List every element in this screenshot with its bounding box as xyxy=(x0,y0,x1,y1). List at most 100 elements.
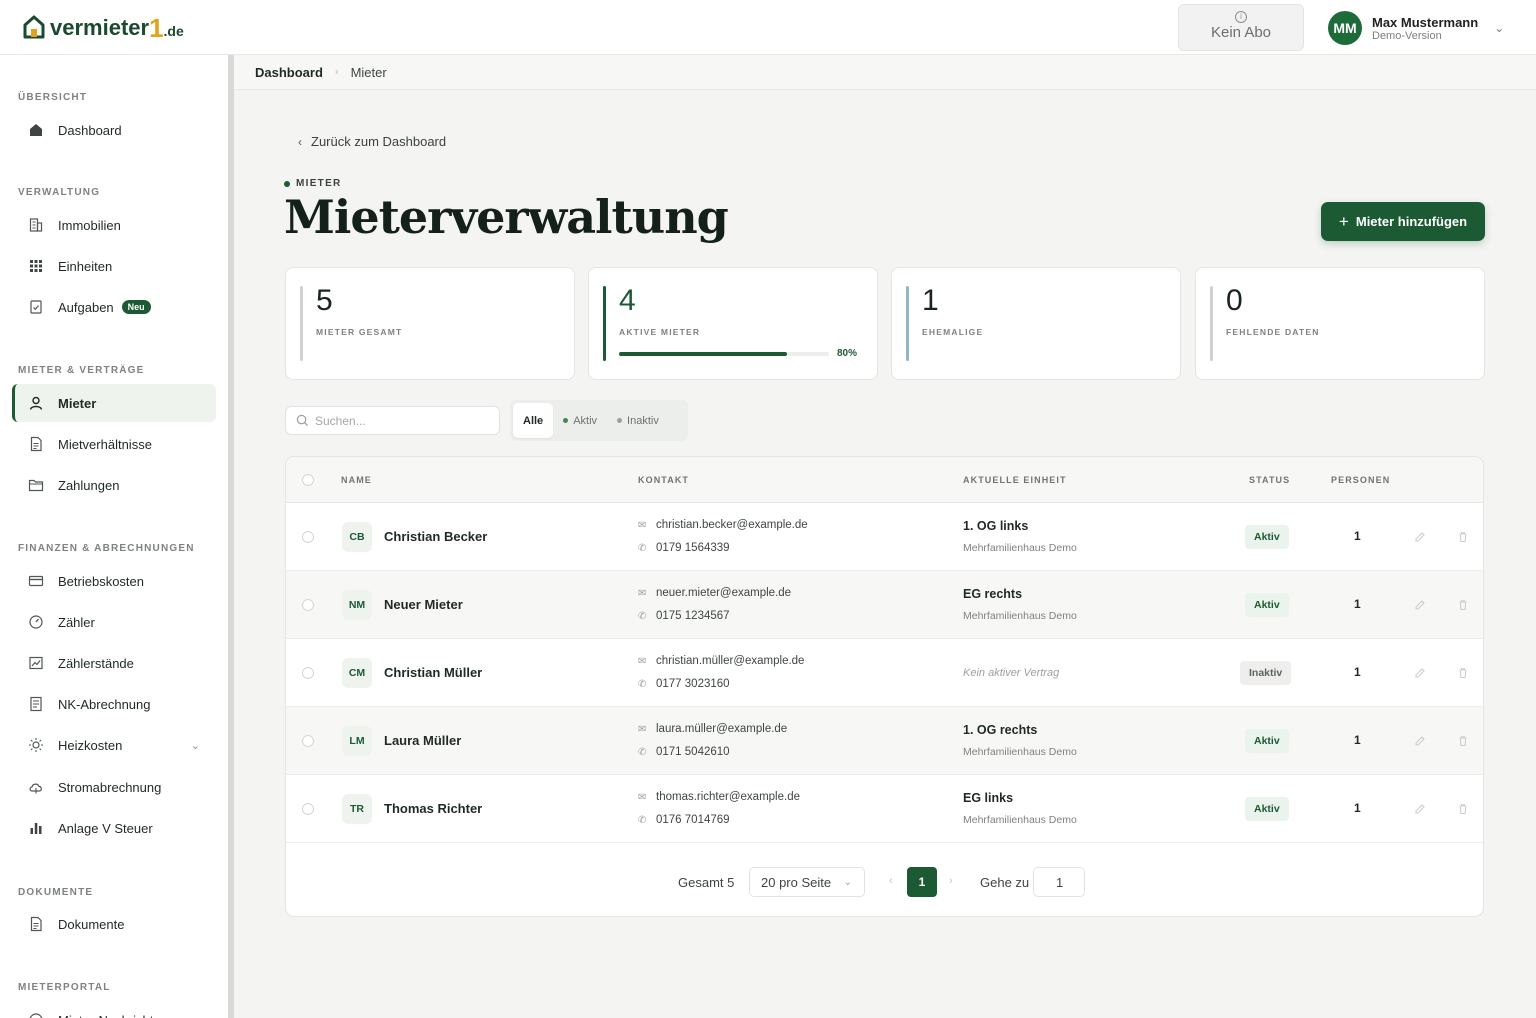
filter-inactive[interactable]: Inaktiv xyxy=(607,403,669,438)
row-checkbox[interactable] xyxy=(302,667,314,679)
search-field[interactable] xyxy=(285,406,500,435)
prev-page-button[interactable]: ‹ xyxy=(889,875,893,887)
sidebar-section-title: MIETERPORTAL xyxy=(18,982,111,993)
contact-email[interactable]: ✉ thomas.richter@example.de xyxy=(638,791,800,803)
contact-phone[interactable]: ✆ 0175 1234567 xyxy=(638,610,730,622)
sidebar-item-label: Aufgaben xyxy=(58,299,114,315)
gauge-icon xyxy=(28,614,44,630)
sidebar-item-betriebskosten[interactable]: Betriebskosten xyxy=(12,562,216,600)
trash-icon[interactable] xyxy=(1457,598,1469,610)
row-checkbox[interactable] xyxy=(302,599,314,611)
contact-phone[interactable]: ✆ 0171 5042610 xyxy=(638,746,730,758)
sidebar-item-mieter[interactable]: Mieter xyxy=(12,384,216,422)
contact-email[interactable]: ✉ neuer.mieter@example.de xyxy=(638,587,791,599)
stat-label: MIETER GESAMT xyxy=(316,327,403,337)
add-tenant-button[interactable]: + Mieter hinzufügen xyxy=(1321,202,1485,241)
select-all-checkbox[interactable] xyxy=(302,474,314,486)
email-text: laura.müller@example.de xyxy=(656,723,788,735)
phone-icon: ✆ xyxy=(638,814,647,826)
sidebar-item-zählerstände[interactable]: Zählerstände xyxy=(12,644,216,682)
tenant-name[interactable]: Christian Müller xyxy=(384,665,482,680)
page-button-current[interactable]: 1 xyxy=(907,867,937,897)
avatar: NM xyxy=(342,590,372,620)
contact-phone[interactable]: ✆ 0179 1564339 xyxy=(638,542,730,554)
cloud-icon xyxy=(28,779,44,795)
filter-active[interactable]: Aktiv xyxy=(553,403,607,438)
tenant-name[interactable]: Neuer Mieter xyxy=(384,597,463,612)
sidebar-item-zahlungen[interactable]: Zahlungen xyxy=(12,466,216,504)
status-badge: Inaktiv xyxy=(1240,661,1292,685)
tenant-name[interactable]: Thomas Richter xyxy=(384,801,482,816)
trash-icon[interactable] xyxy=(1457,734,1469,746)
sidebar-item-stromabrechnung[interactable]: Stromabrechnung xyxy=(12,768,216,806)
edit-icon[interactable] xyxy=(1414,530,1426,542)
mail-icon: ✉ xyxy=(638,655,647,667)
edit-icon[interactable] xyxy=(1414,598,1426,610)
edit-icon[interactable] xyxy=(1414,666,1426,678)
user-icon xyxy=(28,395,44,411)
subscription-button[interactable]: i Kein Abo xyxy=(1178,4,1304,51)
search-input[interactable] xyxy=(315,413,485,428)
column-name[interactable]: NAME xyxy=(341,475,372,485)
tenant-name[interactable]: Christian Becker xyxy=(384,529,487,544)
contact-email[interactable]: ✉ christian.becker@example.de xyxy=(638,519,808,531)
contact-phone[interactable]: ✆ 0176 7014769 xyxy=(638,814,730,826)
sidebar-item-immobilien[interactable]: Immobilien xyxy=(12,206,216,244)
edit-icon[interactable] xyxy=(1414,802,1426,814)
breadcrumb-home[interactable]: Dashboard xyxy=(255,65,323,80)
sidebar-item-einheiten[interactable]: Einheiten xyxy=(12,247,216,285)
sidebar-item-heizkosten[interactable]: Heizkosten ⌄ xyxy=(12,726,216,764)
contact-phone[interactable]: ✆ 0177 3023160 xyxy=(638,678,730,690)
subscription-label: Kein Abo xyxy=(1210,24,1272,41)
user-menu[interactable]: MM Max Mustermann Demo-Version ⌄ xyxy=(1328,11,1504,45)
contact-email[interactable]: ✉ laura.müller@example.de xyxy=(638,723,787,735)
logo[interactable]: vermieter 1 .de xyxy=(22,14,184,41)
chart-icon xyxy=(28,655,44,671)
sidebar-section-title: FINANZEN & ABRECHNUNGEN xyxy=(18,543,195,554)
sidebar-item-dokumente[interactable]: Dokumente xyxy=(12,905,216,943)
progress-label: 80% xyxy=(837,348,858,359)
trash-icon[interactable] xyxy=(1457,666,1469,678)
page-size-select[interactable]: 20 pro Seite ⌄ xyxy=(749,867,865,897)
sidebar-item-dashboard[interactable]: Dashboard xyxy=(12,111,216,149)
mail-icon: ✉ xyxy=(638,723,647,735)
row-checkbox[interactable] xyxy=(302,735,314,747)
goto-page-input[interactable]: 1 xyxy=(1033,867,1085,897)
sidebar-item-zähler[interactable]: Zähler xyxy=(12,603,216,641)
logo-text: vermieter xyxy=(50,15,150,40)
breadcrumb: Dashboard › Mieter xyxy=(234,55,1536,90)
sidebar-item-mieter-nachrichten[interactable]: Mieter-Nachrichten xyxy=(12,1001,216,1018)
logo-tld: .de xyxy=(163,23,184,39)
sidebar-item-nk-abrechnung[interactable]: NK-Abrechnung xyxy=(12,685,216,723)
tenant-table: NAME KONTAKT AKTUELLE EINHEIT STATUS PER… xyxy=(285,456,1484,917)
trash-icon[interactable] xyxy=(1457,530,1469,542)
contact-email[interactable]: ✉ christian.müller@example.de xyxy=(638,655,804,667)
sidebar: ÜBERSICHT Dashboard VERWALTUNG Immobilien Ei… xyxy=(0,55,228,1018)
table-row[interactable]: LM Laura Müller ✉ laura.müller@example.de ✆ 0… xyxy=(286,707,1483,775)
table-row[interactable]: CM Christian Müller ✉ christian.müller@exam… xyxy=(286,639,1483,707)
column-unit: AKTUELLE EINHEIT xyxy=(963,475,1067,485)
edit-icon[interactable] xyxy=(1414,734,1426,746)
phone-text: 0177 3023160 xyxy=(656,678,730,690)
next-page-button[interactable]: › xyxy=(949,875,953,887)
sidebar-item-mietverhältnisse[interactable]: Mietverhältnisse xyxy=(12,425,216,463)
table-row[interactable]: TR Thomas Richter ✉ thomas.richter@example.… xyxy=(286,775,1483,843)
tenant-name[interactable]: Laura Müller xyxy=(384,733,461,748)
stat-accent-bar xyxy=(1210,286,1213,361)
row-checkbox[interactable] xyxy=(302,531,314,543)
sidebar-scrollbar[interactable] xyxy=(228,55,234,1018)
sidebar-item-anlage-v-steuer[interactable]: Anlage V Steuer xyxy=(12,809,216,847)
progress-fill xyxy=(619,352,787,356)
sidebar-item-aufgaben[interactable]: Aufgaben Neu xyxy=(12,288,216,326)
trash-icon[interactable] xyxy=(1457,802,1469,814)
user-subtitle: Demo-Version xyxy=(1372,29,1442,42)
stat-card-total: 5 MIETER GESAMT xyxy=(285,267,575,380)
table-row[interactable]: CB Christian Becker ✉ christian.becker@exam… xyxy=(286,503,1483,571)
row-checkbox[interactable] xyxy=(302,803,314,815)
page-size-value: 20 pro Seite xyxy=(761,874,832,890)
table-row[interactable]: NM Neuer Mieter ✉ neuer.mieter@example.de ✆ 0… xyxy=(286,571,1483,639)
sidebar-item-label: Mieter-Nachrichten xyxy=(58,1013,168,1018)
back-link[interactable]: ‹ Zurück zum Dashboard xyxy=(298,134,446,149)
filter-all[interactable]: Alle xyxy=(513,403,554,438)
grid-icon xyxy=(28,258,44,274)
